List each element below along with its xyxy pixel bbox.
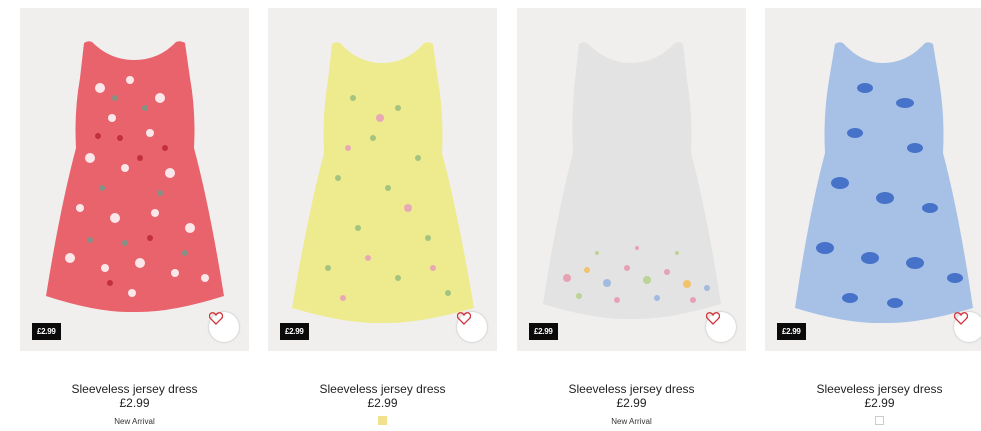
product-title[interactable]: Sleeveless jersey dress	[765, 382, 981, 396]
price-tag: £2.99	[529, 323, 558, 340]
favorite-button[interactable]	[954, 312, 981, 342]
favorite-button[interactable]	[457, 312, 487, 342]
product-price: £2.99	[864, 396, 895, 410]
heart-outline-icon	[457, 312, 471, 325]
dress-illustration	[46, 41, 224, 313]
heart-outline-icon	[706, 312, 720, 325]
product-card[interactable]: £2.99 Sleeveless jersey dress £2.99 New …	[20, 8, 249, 431]
dress-illustration	[795, 42, 973, 324]
new-arrival-label: New Arrival	[114, 417, 155, 426]
product-price: £2.99	[119, 396, 150, 410]
product-title[interactable]: Sleeveless jersey dress	[517, 382, 746, 396]
product-image[interactable]: £2.99	[20, 8, 249, 351]
favorite-button[interactable]	[209, 312, 239, 342]
new-arrival-label: New Arrival	[611, 417, 652, 426]
color-swatch[interactable]	[875, 416, 884, 425]
price-tag: £2.99	[32, 323, 61, 340]
product-image[interactable]: £2.99	[517, 8, 746, 351]
dress-illustration	[543, 42, 721, 320]
dress-illustration	[292, 42, 474, 324]
favorite-button[interactable]	[706, 312, 736, 342]
price-tag: £2.99	[777, 323, 806, 340]
product-card[interactable]: £2.99 Sleeveless jersey dress £2.99	[765, 8, 981, 431]
product-image[interactable]: £2.99	[765, 8, 981, 351]
product-card[interactable]: £2.99 Sleeveless jersey dress £2.99	[268, 8, 497, 431]
product-image[interactable]: £2.99	[268, 8, 497, 351]
price-tag: £2.99	[280, 323, 309, 340]
product-title[interactable]: Sleeveless jersey dress	[268, 382, 497, 396]
heart-outline-icon	[209, 312, 223, 325]
product-price: £2.99	[367, 396, 398, 410]
product-card[interactable]: £2.99 Sleeveless jersey dress £2.99 New …	[517, 8, 746, 431]
color-swatch[interactable]	[378, 416, 387, 425]
product-title[interactable]: Sleeveless jersey dress	[20, 382, 249, 396]
heart-outline-icon	[954, 312, 968, 325]
product-price: £2.99	[616, 396, 647, 410]
